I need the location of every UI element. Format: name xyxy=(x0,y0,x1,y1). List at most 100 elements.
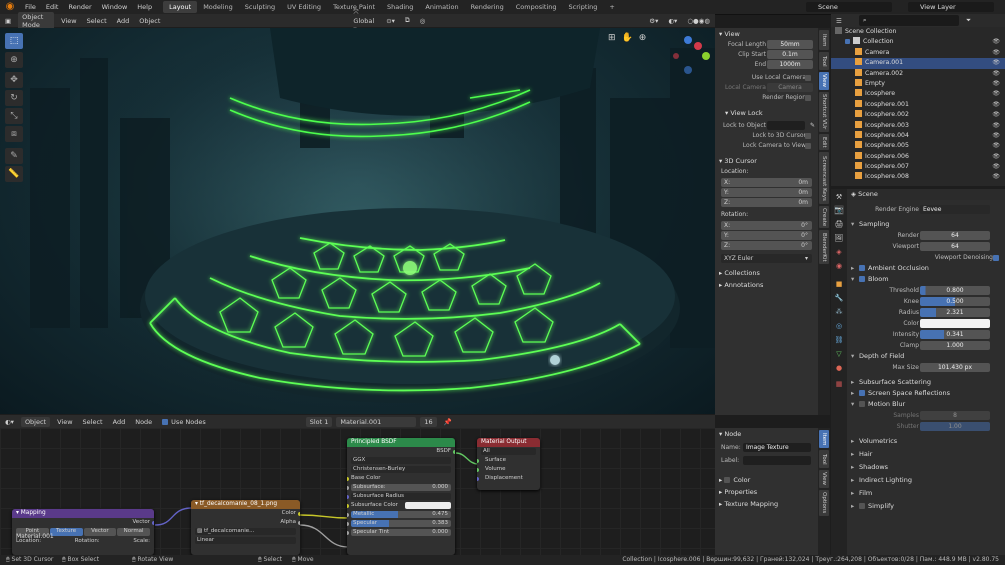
tab-shading[interactable]: Shading xyxy=(381,1,419,13)
simplify-checkbox[interactable] xyxy=(859,503,865,509)
image-alpha-socket[interactable] xyxy=(298,520,300,525)
lock-camera-checkbox[interactable] xyxy=(805,143,811,149)
surface-socket[interactable] xyxy=(477,458,479,463)
blender-logo-icon[interactable]: ◉ xyxy=(3,0,17,14)
outliner-item[interactable]: Icosphere.006 👁 xyxy=(831,151,1005,162)
material-icon[interactable]: ● xyxy=(834,363,844,373)
motion-blur-checkbox[interactable] xyxy=(859,401,865,407)
add-workspace-icon[interactable]: + xyxy=(603,1,620,13)
node-label-field[interactable] xyxy=(743,456,811,465)
sss-method-dropdown[interactable]: Christensen-Burley xyxy=(347,465,455,474)
intensity-slider[interactable]: 0.341 xyxy=(920,330,990,339)
subsurface-color-socket[interactable] xyxy=(347,503,349,508)
node-properties-header[interactable]: ▸ Properties xyxy=(715,486,818,498)
mapping-node[interactable]: ▾ Mapping Vector Point Texture Vector No… xyxy=(12,509,154,555)
outliner-item[interactable]: Icosphere.004 👁 xyxy=(831,130,1005,141)
world-props-icon[interactable]: ◉ xyxy=(834,261,844,271)
specular-tint-socket[interactable] xyxy=(347,530,349,535)
eye-icon[interactable]: 👁 xyxy=(992,172,1000,182)
scene-selector[interactable]: Scene xyxy=(806,2,892,12)
viewport-samples-field[interactable]: 64 xyxy=(920,242,990,251)
principled-bsdf-node[interactable]: Principled BSDF BSDF GGX Christensen-Bur… xyxy=(347,438,455,555)
node-editor-type-icon[interactable]: ◐▾ xyxy=(0,418,19,426)
distribution-dropdown[interactable]: GGX xyxy=(347,456,455,465)
tab-layout[interactable]: Layout xyxy=(163,1,198,13)
metallic-socket[interactable] xyxy=(347,512,349,517)
outliner-item[interactable]: Camera.002 👁 xyxy=(831,68,1005,79)
cursor-loc-y[interactable]: Y: 0m xyxy=(721,188,812,197)
eye-icon[interactable]: 👁 xyxy=(992,79,1000,89)
mapping-vector-socket[interactable] xyxy=(152,520,154,525)
eye-icon[interactable]: 👁 xyxy=(992,131,1000,141)
cursor-rot-y[interactable]: Y: 0° xyxy=(721,231,812,240)
viewport-denoising-checkbox[interactable] xyxy=(993,254,999,261)
node-tab-tool[interactable]: Tool xyxy=(819,450,829,468)
threshold-slider[interactable]: 0.800 xyxy=(920,286,990,295)
rotation-mode-dropdown[interactable]: XYZ Euler ▾ xyxy=(721,254,812,263)
material-selector[interactable]: Material.001 xyxy=(336,416,417,427)
cursor-section-header[interactable]: ▾ 3D Cursor xyxy=(715,155,818,167)
node-menu-select[interactable]: Select xyxy=(78,418,108,426)
render-samples-field[interactable]: 64 xyxy=(920,231,990,240)
cursor-tool-icon[interactable]: ⊕ xyxy=(5,52,23,68)
tab-modeling[interactable]: Modeling xyxy=(197,1,239,13)
metallic-input[interactable]: Metallic 0.475 xyxy=(347,510,455,519)
bloom-color-swatch[interactable] xyxy=(920,319,990,328)
viewport-menu-add[interactable]: Add xyxy=(112,17,135,25)
tab-item[interactable]: Item xyxy=(819,30,829,50)
outliner-item[interactable]: Icosphere 👁 xyxy=(831,89,1005,99)
outliner-item[interactable]: Camera 👁 xyxy=(831,47,1005,58)
pin-icon[interactable]: 📌 xyxy=(439,418,457,426)
output-target-dropdown[interactable]: All xyxy=(477,447,540,456)
eyedropper-icon[interactable]: ✎ xyxy=(810,121,815,131)
subsurface-header[interactable]: ▸ Subsurface Scattering xyxy=(847,377,1005,388)
mode-dropdown[interactable]: Object Mode xyxy=(18,11,55,30)
lock-to-object-field[interactable] xyxy=(767,121,805,130)
render-engine-dropdown[interactable]: Eevee xyxy=(920,205,990,214)
mapping-type-texture[interactable]: Texture xyxy=(49,528,83,536)
lock-to-cursor-checkbox[interactable] xyxy=(805,133,811,139)
outliner-item[interactable]: Icosphere.002 👁 xyxy=(831,110,1005,120)
tab-edit[interactable]: Edit xyxy=(819,134,829,150)
proportional-edit-icon[interactable]: ◎ xyxy=(415,17,431,25)
bloom-header[interactable]: ▾ Bloom xyxy=(847,274,1005,285)
image-file-selector[interactable]: ▨ tf_decalcomanie... xyxy=(191,527,300,536)
overlay-toggle-icon[interactable]: ◐▾ xyxy=(663,17,682,25)
shadows-header[interactable]: ▸ Shadows xyxy=(847,462,1005,473)
node-menu-view[interactable]: View xyxy=(52,418,77,426)
data-icon[interactable]: ▽ xyxy=(834,349,844,359)
mapping-type-vector[interactable]: Vector xyxy=(83,528,117,536)
tab-shortcut[interactable]: Shortcut VUr xyxy=(819,92,829,132)
tab-rendering[interactable]: Rendering xyxy=(465,1,510,13)
displacement-socket[interactable] xyxy=(477,476,479,481)
subsurface-input[interactable]: Subsurface: 0.000 xyxy=(347,483,455,492)
shutter-field[interactable]: 1.00 xyxy=(920,422,990,431)
view-lock-header[interactable]: ▾ View Lock xyxy=(715,107,818,119)
base-color-input[interactable]: Base Color xyxy=(347,474,455,483)
menu-render[interactable]: Render xyxy=(63,3,96,11)
interpolation-dropdown[interactable]: Linear xyxy=(191,536,300,545)
ssr-header[interactable]: ▸ Screen Space Reflections xyxy=(847,388,1005,399)
render-props-icon[interactable]: 📷 xyxy=(834,205,844,215)
particles-icon[interactable]: ⁂ xyxy=(834,307,844,317)
menu-file[interactable]: File xyxy=(20,3,41,11)
subsurface-color-input[interactable]: Subsurface Color xyxy=(347,501,455,510)
tab-compositing[interactable]: Compositing xyxy=(510,1,563,13)
sampling-section-header[interactable]: ▾ Sampling xyxy=(847,219,1005,230)
ssr-checkbox[interactable] xyxy=(859,390,865,396)
clamp-field[interactable]: 1.000 xyxy=(920,341,990,350)
outliner-item[interactable]: Icosphere.001 👁 xyxy=(831,99,1005,110)
tab-view[interactable]: View xyxy=(819,72,829,90)
pivot-icon[interactable]: ⊙▾ xyxy=(381,17,400,25)
view-layer-selector[interactable]: View Layer xyxy=(908,2,994,12)
collection-checkbox[interactable] xyxy=(845,39,850,45)
eye-icon[interactable]: 👁 xyxy=(992,110,1000,120)
view-nav-icons[interactable]: ⊞✋⊕ xyxy=(608,33,652,43)
volume-socket[interactable] xyxy=(477,467,479,472)
outliner-item[interactable]: Icosphere.008 👁 xyxy=(831,172,1005,182)
eye-icon[interactable]: 👁 xyxy=(992,69,1000,79)
menu-window[interactable]: Window xyxy=(97,3,133,11)
specular-tint-input[interactable]: Specular Tint 0.000 xyxy=(347,528,455,537)
viewport-menu-select[interactable]: Select xyxy=(82,17,112,25)
measure-tool-icon[interactable]: 📏 xyxy=(5,166,23,182)
